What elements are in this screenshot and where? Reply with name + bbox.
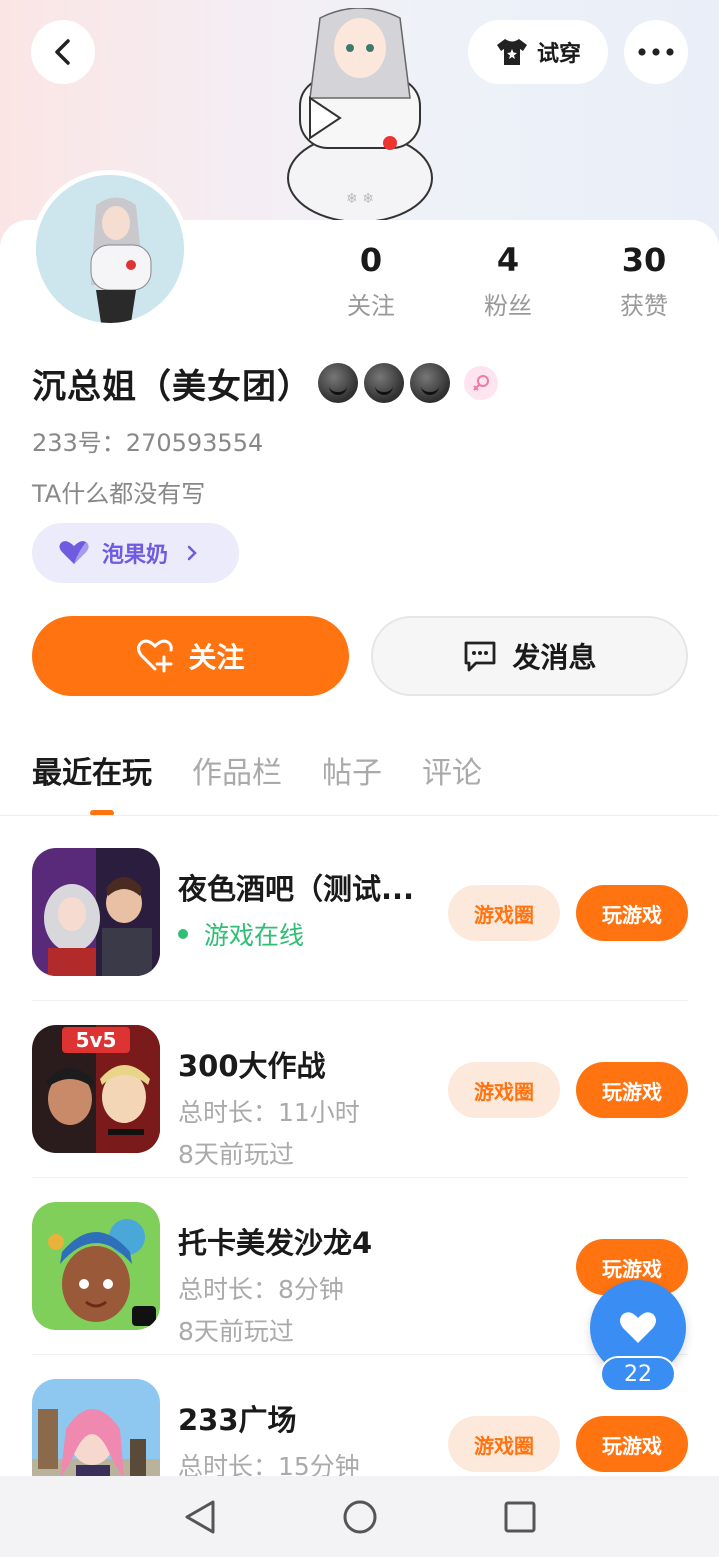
try-on-label: 试穿 <box>536 42 581 67</box>
stat-following[interactable]: 0 关注 <box>316 240 426 321</box>
game-circle-button[interactable]: 游戏圈 <box>448 1416 560 1472</box>
game-item[interactable]: 5v5 300大作战 总时长：11小时 8天前玩过 游戏圈 玩游戏 <box>0 993 719 1169</box>
game-title: 300大作战 <box>178 1049 326 1083</box>
svg-text:5v5: 5v5 <box>76 1028 117 1052</box>
stat-fans-label: 粉丝 <box>484 292 532 320</box>
game-last-played: 8天前玩过 <box>178 1317 294 1346</box>
play-game-button[interactable]: 玩游戏 <box>576 885 688 941</box>
bio: TA什么都没有写 <box>32 480 206 508</box>
group-badge[interactable]: 泡果奶 <box>32 523 239 583</box>
message-label: 发消息 <box>512 641 597 674</box>
stat-fans-value: 4 <box>496 241 520 279</box>
tab-recent-played[interactable]: 最近在玩 <box>32 748 152 792</box>
profile-tabs: 最近在玩 作品栏 帖子 评论 <box>32 748 482 792</box>
chat-bubble-icon <box>465 641 496 672</box>
game-icon <box>32 848 160 976</box>
stat-following-value: 0 <box>359 241 383 279</box>
female-icon <box>464 366 498 400</box>
heart-plus-icon <box>137 639 174 673</box>
follow-button[interactable]: 关注 <box>32 616 349 696</box>
smirk-emoji-icon <box>364 363 404 403</box>
game-item[interactable]: 夜色酒吧（测试... 游戏在线 游戏圈 玩游戏 <box>0 816 719 992</box>
play-game-button[interactable]: 玩游戏 <box>576 1416 688 1472</box>
tab-comments[interactable]: 评论 <box>422 748 482 792</box>
game-online-status: 游戏在线 <box>178 916 304 952</box>
smirk-emoji-icon <box>410 363 450 403</box>
back-triangle-icon[interactable] <box>183 1499 217 1535</box>
follow-label: 关注 <box>188 641 245 674</box>
name-row: 沉总姐（美女团） <box>32 358 498 408</box>
stat-likes[interactable]: 30 获赞 <box>589 240 699 321</box>
stat-likes-label: 获赞 <box>620 292 668 320</box>
game-circle-button[interactable]: 游戏圈 <box>448 885 560 941</box>
avatar-image <box>36 175 184 323</box>
group-badge-label: 泡果奶 <box>102 543 169 568</box>
avatar-3d-image[interactable]: ❄ ❄ <box>270 8 450 220</box>
recents-square-icon[interactable] <box>503 1500 537 1534</box>
tab-works[interactable]: 作品栏 <box>192 748 282 792</box>
play-game-button[interactable]: 玩游戏 <box>576 1062 688 1118</box>
profile-name: 沉总姐（美女团） <box>32 366 312 407</box>
shirt-icon <box>496 39 527 65</box>
svg-text:❄ ❄: ❄ ❄ <box>346 191 374 207</box>
try-on-button[interactable]: 试穿 <box>468 20 608 84</box>
message-button[interactable]: 发消息 <box>371 616 688 696</box>
game-circle-button[interactable]: 游戏圈 <box>448 1062 560 1118</box>
stat-likes-value: 30 <box>621 241 667 279</box>
avatar[interactable] <box>31 170 189 328</box>
home-circle-icon[interactable] <box>342 1499 378 1535</box>
more-button[interactable] <box>624 20 688 84</box>
chevron-right-icon <box>187 545 197 561</box>
stat-following-label: 关注 <box>347 292 395 320</box>
heart-icon <box>620 1312 656 1343</box>
game-icon <box>32 1202 160 1330</box>
smirk-emoji-icon <box>318 363 358 403</box>
system-nav-bar <box>0 1476 719 1557</box>
game-online-label: 游戏在线 <box>204 921 305 950</box>
game-title: 233广场 <box>178 1403 297 1437</box>
heart-icon <box>59 541 89 564</box>
back-button[interactable] <box>31 20 95 84</box>
game-title: 夜色酒吧（测试... <box>178 872 415 906</box>
game-duration: 总时长：11小时 <box>178 1098 360 1127</box>
online-dot-icon <box>178 929 188 939</box>
more-icon <box>638 48 674 56</box>
game-title: 托卡美发沙龙4 <box>178 1226 373 1260</box>
game-icon: 5v5 <box>32 1025 160 1153</box>
game-duration: 总时长：8分钟 <box>178 1275 344 1304</box>
like-count: 22 <box>600 1356 676 1392</box>
chevron-left-icon <box>55 39 70 65</box>
game-last-played: 8天前玩过 <box>178 1140 294 1169</box>
stat-fans[interactable]: 4 粉丝 <box>453 240 563 321</box>
tab-posts[interactable]: 帖子 <box>322 748 382 792</box>
user-id: 233号：270593554 <box>32 429 264 457</box>
